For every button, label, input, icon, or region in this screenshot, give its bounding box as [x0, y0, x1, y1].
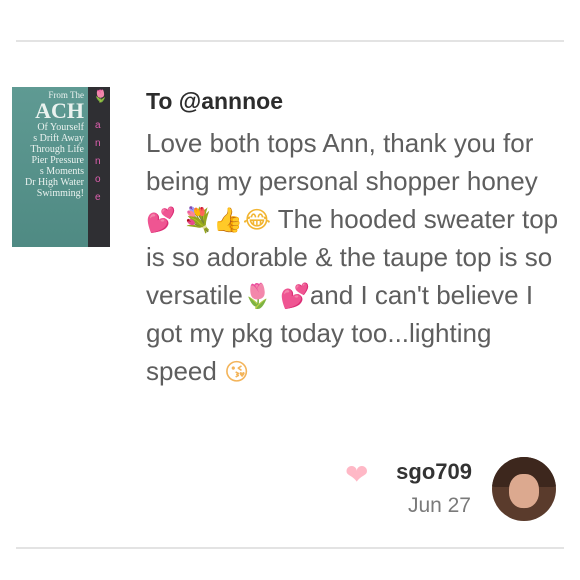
thumbnail-text-line: Pier Pressure: [31, 155, 85, 166]
comment-username[interactable]: sgo709: [380, 459, 472, 485]
thumbnail-text-line: ACH: [35, 98, 84, 123]
kiss-icon: 😘: [224, 359, 250, 386]
avatar-face: [509, 474, 539, 508]
laughing-icon: 😂: [242, 207, 271, 234]
listing-thumbnail[interactable]: From The ACH Of Yourself s Drift Away Th…: [12, 87, 110, 247]
thumbs-up-icon: 👍: [213, 207, 243, 234]
heart-icon[interactable]: ❤: [345, 458, 368, 491]
comment-recipient[interactable]: To @annnoe: [146, 88, 283, 115]
bottom-divider: [16, 547, 564, 549]
avatar[interactable]: [492, 457, 556, 521]
thumbnail-text-line: s Moments: [39, 166, 84, 177]
two-hearts-icon: 💕: [279, 283, 310, 310]
thumbnail-text-panel: From The ACH Of Yourself s Drift Away Th…: [12, 87, 88, 247]
comment-body: Love both tops Ann, thank you for being …: [146, 124, 566, 390]
thumbnail-side-strip: 🌷 annoe: [88, 87, 110, 247]
thumbnail-text-line: Of Yourself: [37, 122, 84, 133]
tulip-icon: 🌷: [242, 283, 273, 310]
two-hearts-icon: 💕: [146, 207, 176, 234]
tulip-icon: 🌷: [93, 89, 108, 103]
comment-date: Jun 27: [407, 494, 471, 517]
bouquet-icon: 💐: [183, 207, 214, 234]
thumbnail-text-line: Dr High Water: [25, 177, 84, 188]
comment-text: Love both tops Ann, thank you for being …: [146, 128, 538, 196]
thumbnail-text-line: Swimming!: [36, 188, 84, 199]
thumbnail-text-line: Through Life: [30, 144, 84, 155]
thumbnail-side-text: annoe: [95, 120, 101, 203]
top-divider: [16, 40, 564, 42]
thumbnail-text-line: s Drift Away: [33, 133, 84, 144]
